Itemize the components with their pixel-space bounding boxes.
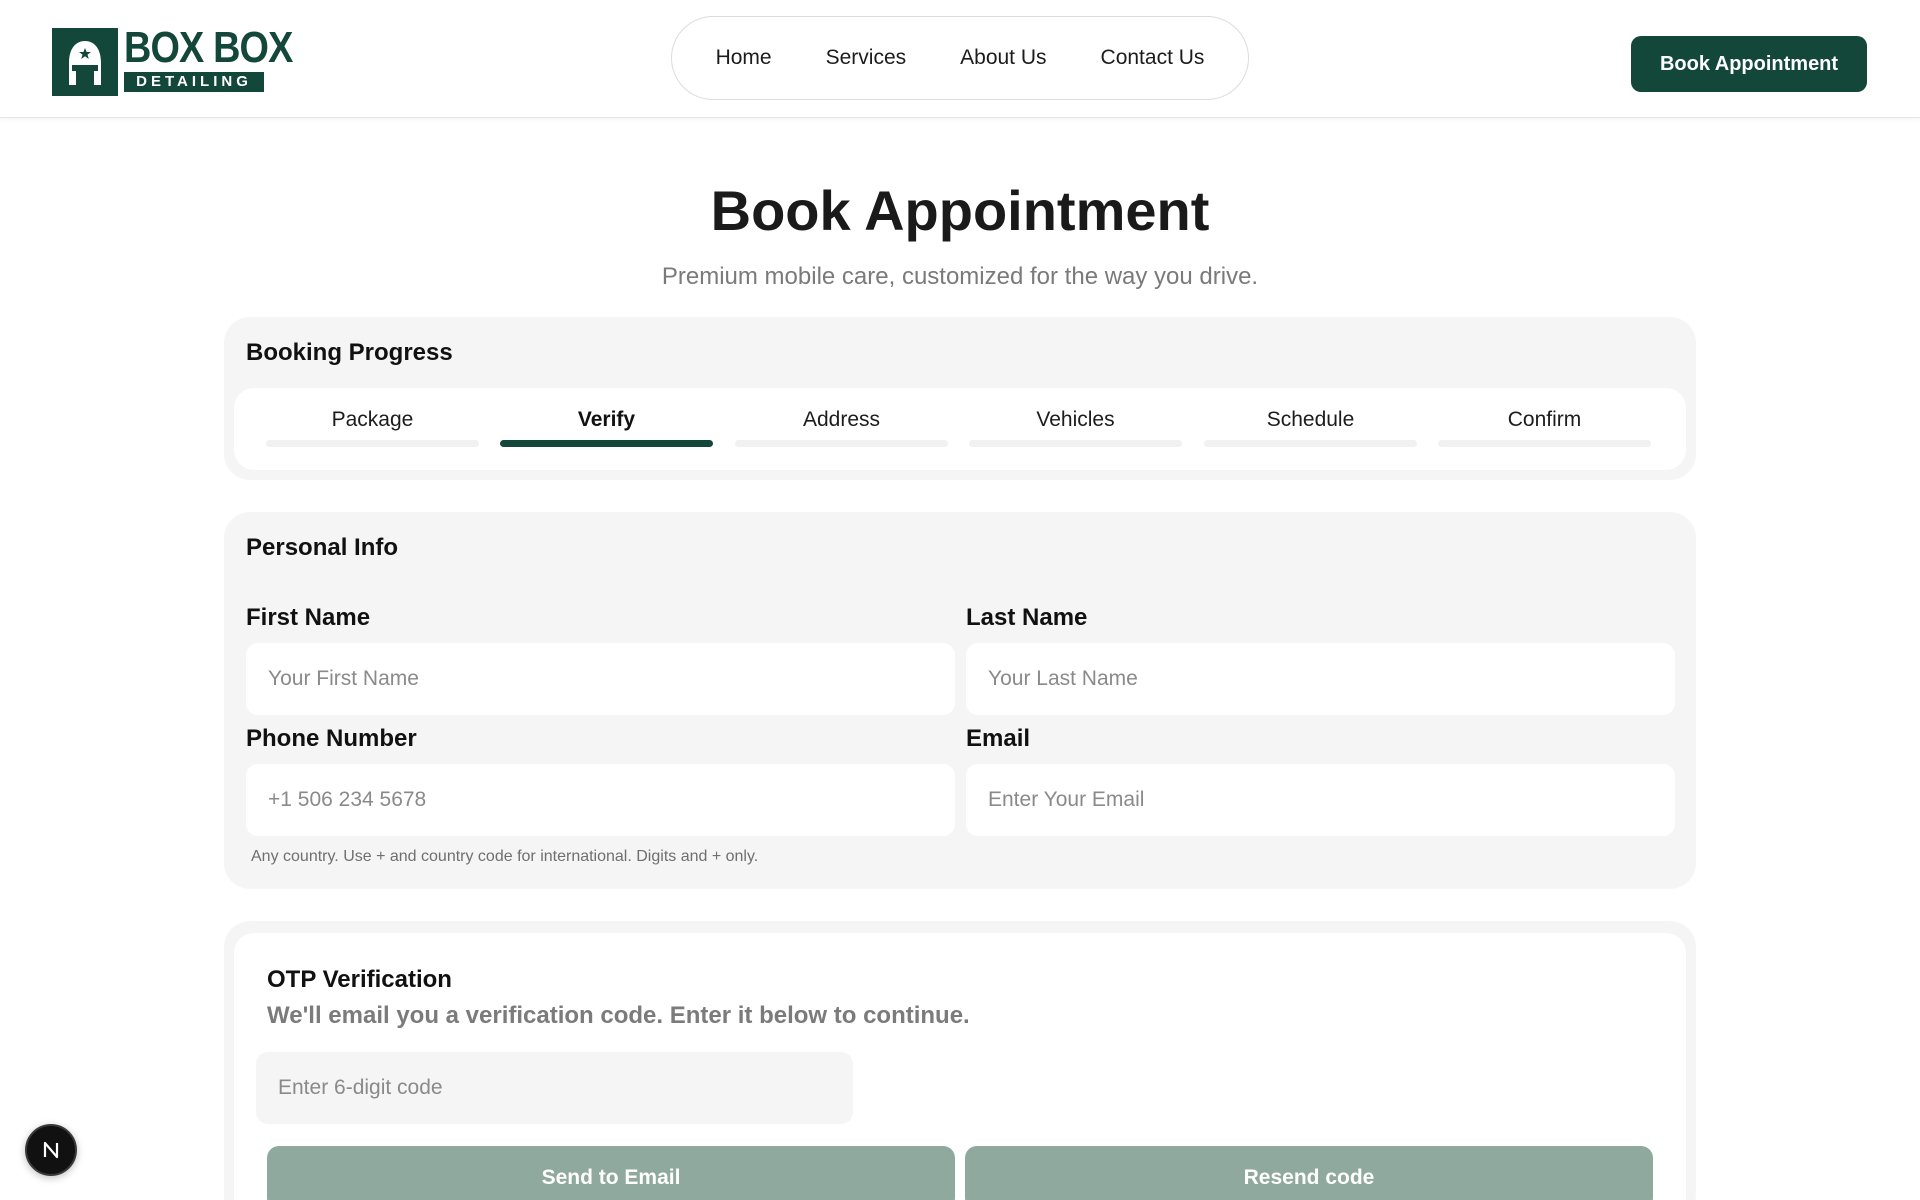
step-label: Address bbox=[802, 408, 881, 431]
otp-title: OTP Verification bbox=[267, 966, 452, 993]
resend-code-button[interactable]: Resend code bbox=[965, 1146, 1653, 1200]
first-name-label: First Name bbox=[246, 604, 371, 631]
phone-number-input[interactable] bbox=[246, 764, 955, 836]
last-name-input[interactable] bbox=[966, 643, 1675, 715]
email-label: Email bbox=[966, 725, 1031, 752]
step-confirm[interactable]: Confirm bbox=[1438, 388, 1651, 470]
booking-progress-title: Booking Progress bbox=[246, 339, 453, 366]
step-package[interactable]: Package bbox=[266, 388, 479, 470]
nav-contact-us[interactable]: Contact Us bbox=[1074, 46, 1232, 70]
phone-hint: Any country. Use + and country code for … bbox=[251, 848, 759, 865]
step-indicator bbox=[735, 440, 948, 447]
otp-code-input[interactable] bbox=[256, 1052, 853, 1124]
dev-tools-badge[interactable] bbox=[25, 1124, 77, 1176]
main-nav: Home Services About Us Contact Us bbox=[671, 16, 1249, 100]
personal-info-title: Personal Info bbox=[246, 534, 399, 561]
otp-description: We'll email you a verification code. Ent… bbox=[267, 1002, 970, 1029]
step-indicator bbox=[1204, 440, 1417, 447]
step-address[interactable]: Address bbox=[735, 388, 948, 470]
brand-name: BOX BOX bbox=[124, 23, 293, 72]
step-label: Package bbox=[331, 408, 414, 431]
last-name-label: Last Name bbox=[966, 604, 1088, 631]
step-indicator bbox=[1438, 440, 1651, 447]
page-subtitle: Premium mobile care, customized for the … bbox=[661, 263, 1259, 290]
send-to-email-button[interactable]: Send to Email bbox=[267, 1146, 955, 1200]
brand-tagline: DETAILING bbox=[124, 72, 264, 92]
step-label: Confirm bbox=[1507, 408, 1582, 431]
step-schedule[interactable]: Schedule bbox=[1204, 388, 1417, 470]
step-verify[interactable]: Verify bbox=[500, 388, 713, 470]
progress-steps: Package Verify Address Vehicles Schedule… bbox=[234, 388, 1686, 470]
next-logo-icon bbox=[43, 1141, 59, 1159]
first-name-input[interactable] bbox=[246, 643, 955, 715]
personal-info-panel: Personal Info First Name Last Name Phone… bbox=[224, 512, 1696, 889]
step-label: Schedule bbox=[1266, 408, 1355, 431]
page-title: Book Appointment bbox=[710, 179, 1210, 242]
helmet-icon bbox=[52, 28, 118, 96]
phone-number-label: Phone Number bbox=[246, 725, 417, 752]
step-indicator bbox=[500, 440, 713, 447]
otp-card: OTP Verification We'll email you a verif… bbox=[234, 933, 1686, 1200]
step-vehicles[interactable]: Vehicles bbox=[969, 388, 1182, 470]
step-label: Verify bbox=[577, 408, 636, 431]
brand-logo[interactable]: BOX BOX DETAILING bbox=[52, 23, 334, 96]
email-input[interactable] bbox=[966, 764, 1675, 836]
booking-progress-panel: Booking Progress Package Verify Address … bbox=[224, 317, 1696, 480]
site-header: BOX BOX DETAILING Home Services About Us… bbox=[0, 0, 1920, 118]
book-appointment-button[interactable]: Book Appointment bbox=[1631, 36, 1867, 92]
nav-home[interactable]: Home bbox=[689, 46, 799, 70]
step-indicator bbox=[969, 440, 1182, 447]
otp-panel: OTP Verification We'll email you a verif… bbox=[224, 921, 1696, 1200]
nav-about-us[interactable]: About Us bbox=[933, 46, 1073, 70]
step-label: Vehicles bbox=[1036, 408, 1115, 431]
nav-services[interactable]: Services bbox=[799, 46, 934, 70]
step-indicator bbox=[266, 440, 479, 447]
